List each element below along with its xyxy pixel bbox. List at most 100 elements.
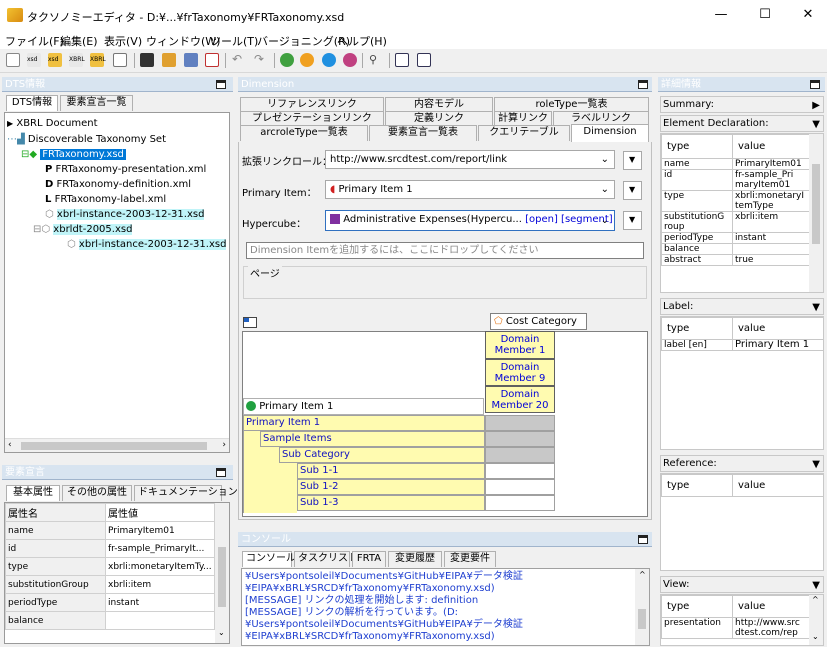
table-row[interactable]: type xbrli:monetaryItemTy...	[5, 557, 215, 576]
tab-task-list[interactable]: タスクリスト	[294, 551, 358, 567]
tab-dts-info[interactable]: DTS情報	[6, 95, 58, 111]
maximize-icon[interactable]	[810, 80, 820, 89]
table-row[interactable]: id fr-sample_Pri maryItem01	[661, 169, 810, 191]
scroll-thumb[interactable]	[638, 609, 646, 629]
tree-node[interactable]: ⋯▟ Discoverable Taxonomy Set	[7, 134, 166, 145]
tab-query-table[interactable]: クエリテーブル	[478, 125, 570, 141]
grid-cell[interactable]	[485, 431, 555, 447]
table-row[interactable]: name PrimaryItem01	[5, 521, 215, 540]
view-vscrollbar[interactable]: ^ ⌄	[809, 595, 823, 645]
save-icon[interactable]	[140, 53, 154, 67]
minimize-button[interactable]: —	[711, 6, 731, 24]
taxonomy-icon[interactable]	[300, 53, 314, 67]
scroll-thumb[interactable]	[812, 164, 820, 244]
xbrl-open-icon[interactable]: XBRL	[90, 53, 106, 67]
table-row[interactable]: periodType instant	[661, 232, 810, 244]
cell[interactable]: Primary Item 1	[732, 339, 823, 351]
tab-dimension[interactable]: Dimension	[571, 124, 649, 142]
scroll-thumb[interactable]	[21, 442, 207, 450]
tree-node[interactable]: ⬡ xbrl-instance-2003-12-31.xsd	[45, 209, 205, 220]
table-row[interactable]: periodType instant	[5, 593, 215, 612]
grid-cell[interactable]	[485, 479, 555, 495]
view-section-header[interactable]: View: ▼	[660, 576, 824, 593]
find-icon[interactable]: ⚲	[369, 53, 383, 67]
row-header[interactable]: Sub 1-2	[297, 479, 485, 495]
label-section-header[interactable]: Label: ▼	[660, 298, 824, 315]
scroll-up-icon[interactable]: ^	[812, 595, 819, 604]
table-row[interactable]: id fr-sample_PrimaryIt...	[5, 539, 215, 558]
cell[interactable]: xbrli:item	[105, 575, 215, 594]
xsd-icon[interactable]: xsd	[27, 53, 41, 67]
row-header[interactable]: Sub Category	[279, 447, 485, 463]
cell[interactable]: instant	[105, 593, 215, 612]
new-doc-icon[interactable]	[6, 53, 20, 67]
cell[interactable]: xbrli:item	[732, 211, 810, 233]
import-icon[interactable]	[162, 53, 176, 67]
row-header[interactable]: Primary Item 1	[243, 415, 485, 431]
summary-section-header[interactable]: Summary: ▶	[660, 96, 824, 113]
row-header[interactable]: Sub 1-1	[297, 463, 485, 479]
menu-view[interactable]: 表示(V)	[104, 33, 142, 49]
tree-node[interactable]: ⊟◆ FRTaxonomy.xsd	[21, 149, 126, 160]
table-row[interactable]: balance	[661, 243, 810, 255]
table-row[interactable]: substitutionG roup xbrli:item	[661, 211, 810, 233]
table-row[interactable]: type xbrli:monetaryI temType	[661, 190, 810, 212]
cell[interactable]: fr-sample_Pri maryItem01	[732, 169, 810, 191]
scroll-left-icon[interactable]: ‹	[8, 440, 12, 450]
cell[interactable]: PrimaryItem01	[105, 521, 215, 540]
scroll-right-icon[interactable]: ›	[222, 440, 226, 450]
table-row[interactable]: label [en] Primary Item 1	[661, 339, 823, 351]
grid-cell[interactable]	[485, 447, 555, 463]
redo-icon[interactable]: ↷	[254, 53, 268, 67]
tree-node[interactable]: P FRTaxonomy-presentation.xml	[45, 164, 206, 175]
tree-node[interactable]: ⊟⬡ xbrldt-2005.xsd	[33, 224, 133, 235]
cell[interactable]: instant	[732, 232, 810, 244]
check-icon[interactable]	[205, 53, 219, 67]
xbrl-icon[interactable]: XBRL	[69, 53, 85, 67]
detail-vscrollbar[interactable]	[809, 134, 823, 292]
primary-item-select[interactable]: ◖ Primary Item 1 ⌄	[325, 180, 615, 199]
tree-node[interactable]: ⬡ xbrl-instance-2003-12-31.xsd	[67, 239, 227, 250]
tree-hscrollbar[interactable]: ‹ ›	[5, 438, 229, 452]
row-header[interactable]: Sub 1-3	[297, 495, 485, 511]
cell[interactable]: fr-sample_PrimaryIt...	[105, 539, 215, 558]
scroll-down-icon[interactable]: ⌄	[218, 628, 225, 637]
scroll-down-icon[interactable]: ⌄	[812, 632, 819, 641]
tab-other-attr[interactable]: その他の属性	[62, 485, 132, 501]
cell[interactable]: true	[732, 254, 810, 266]
decl-vscrollbar[interactable]: ⌄	[215, 503, 229, 643]
console-vscrollbar[interactable]: ^	[635, 569, 649, 645]
domain-member-header[interactable]: Domain Member 9	[485, 359, 555, 386]
undo-icon[interactable]: ↶	[232, 53, 246, 67]
table-row[interactable]: balance	[5, 611, 215, 630]
maximize-button[interactable]: ☐	[755, 6, 775, 24]
scroll-up-icon[interactable]: ^	[639, 569, 646, 581]
tab-element-list[interactable]: 要素宣言一覧	[60, 95, 133, 111]
nav-forward-icon[interactable]	[417, 53, 431, 67]
hypercube-menu-button[interactable]: ▼	[623, 211, 642, 230]
table-row[interactable]: substitutionGroup xbrli:item	[5, 575, 215, 594]
table-toggle-icon[interactable]	[243, 317, 257, 328]
ext-link-menu-button[interactable]: ▼	[623, 151, 642, 170]
tree-node[interactable]: D FRTaxonomy-definition.xml	[45, 179, 191, 190]
cell[interactable]: xbrli:monetaryI temType	[732, 190, 810, 212]
menu-tools[interactable]: ツール(T)	[210, 33, 258, 49]
tree-node[interactable]: L FRTaxonomy-label.xml	[45, 194, 166, 205]
cell[interactable]	[105, 611, 215, 630]
xsd-open-icon[interactable]: xsd	[48, 53, 62, 67]
scroll-thumb[interactable]	[218, 547, 226, 607]
tab-change-history[interactable]: 変更履歴	[388, 551, 442, 567]
reference-section-header[interactable]: Reference: ▼	[660, 455, 824, 472]
ext-link-role-select[interactable]: http://www.srcdtest.com/report/link ⌄	[325, 150, 615, 169]
definition-icon[interactable]	[343, 53, 357, 67]
domain-member-header[interactable]: Domain Member 20	[485, 386, 555, 413]
nav-back-icon[interactable]	[395, 53, 409, 67]
menu-edit[interactable]: 編集(E)	[60, 33, 98, 49]
table-icon[interactable]	[113, 53, 127, 67]
maximize-icon[interactable]	[638, 80, 648, 89]
row-header[interactable]: Sample Items	[260, 431, 485, 447]
cell[interactable]	[732, 243, 810, 255]
close-button[interactable]: ✕	[798, 6, 818, 24]
tab-change-requirements[interactable]: 変更要件	[444, 551, 496, 567]
table-row[interactable]: presentation http://www.src dtest.com/rep	[661, 617, 810, 639]
